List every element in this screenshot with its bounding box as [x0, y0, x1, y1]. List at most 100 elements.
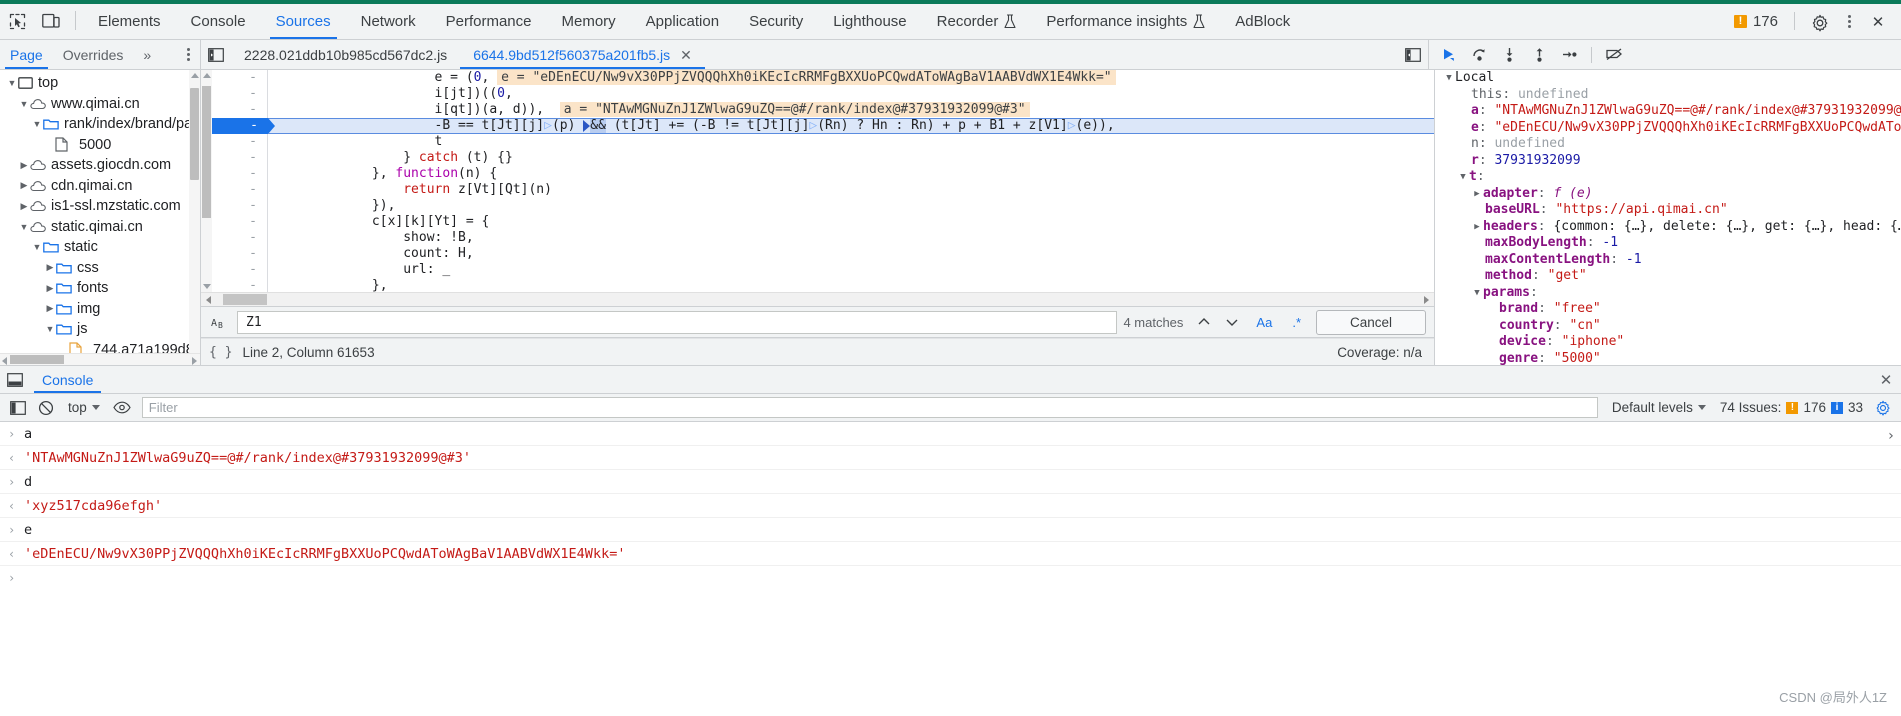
pretty-print-icon[interactable]: { } — [209, 345, 232, 360]
tab-sources[interactable]: Sources — [261, 0, 346, 39]
scope-entry[interactable]: method: "get" — [1435, 268, 1901, 285]
issues-summary[interactable]: 74 Issues: ! 176 i 33 — [1716, 400, 1867, 415]
scope-entry-expandable[interactable]: ▶ adapter: f (e) — [1435, 186, 1901, 203]
editor-horizontal-scrollbar[interactable] — [201, 292, 1434, 306]
navigator-horizontal-scrollbar[interactable] — [0, 353, 200, 365]
tab-lighthouse[interactable]: Lighthouse — [818, 0, 921, 39]
scope-entry[interactable]: e: "eDEnECU/Nw9vX30PPjZVQQQhXh0iKEcIcRRM… — [1435, 120, 1901, 137]
warning-count-badge[interactable]: ! 176 — [1726, 13, 1786, 30]
chevron-down-icon[interactable]: ▼ — [18, 99, 30, 109]
tree-item-rank-index-brand-pai[interactable]: ▼ rank/index/brand/pai — [0, 114, 200, 135]
scroll-right-arrow-icon[interactable] — [1424, 296, 1429, 304]
code-lines[interactable]: - e = (0, e = "eDEnECU/Nw9vX30PPjZVQQQhX… — [212, 70, 1434, 292]
scroll-left-arrow-icon[interactable] — [2, 357, 7, 365]
step-into-next-function-call-icon[interactable] — [1495, 43, 1523, 67]
close-drawer-icon[interactable]: ✕ — [1871, 366, 1901, 393]
navigator-vertical-scrollbar[interactable] — [189, 70, 200, 365]
chevron-right-icon[interactable]: ▶ — [18, 160, 30, 171]
console-prompt-row[interactable]: › — [0, 566, 1901, 589]
close-icon[interactable]: ✕ — [1861, 15, 1895, 30]
expand-sidebar-icon[interactable]: › — [1887, 428, 1895, 444]
editor-vertical-scrollbar[interactable] — [201, 70, 212, 292]
code-line[interactable]: - }), — [212, 198, 1434, 214]
tab-recorder[interactable]: Recorder — [922, 0, 1032, 39]
console-filter-input[interactable]: Filter — [141, 397, 1598, 418]
tree-item-fonts[interactable]: ▶ fonts — [0, 278, 200, 299]
regex-toggle[interactable]: .* — [1285, 315, 1308, 330]
chevron-right-icon[interactable]: ▶ — [18, 201, 30, 212]
gear-icon[interactable] — [1803, 14, 1837, 32]
console-output-row[interactable]: ‹ 'eDEnECU/Nw9vX30PPjZVQQQhXh0iKEcIcRRMF… — [0, 542, 1901, 566]
log-levels-selector[interactable]: Default levels — [1606, 400, 1712, 415]
resume-script-execution-icon[interactable] — [1435, 43, 1463, 67]
nav-tab-more[interactable]: » — [133, 40, 161, 69]
scope-entry[interactable]: a: "NTAwMGNuZnJ1ZWlwaG9uZQ==@#/rank/inde… — [1435, 103, 1901, 120]
tab-adblock[interactable]: AdBlock — [1220, 0, 1305, 39]
scrollbar-thumb[interactable] — [223, 294, 267, 305]
show-console-drawer-icon[interactable] — [0, 366, 30, 393]
deactivate-breakpoints-icon[interactable] — [1600, 43, 1628, 67]
chevron-down-icon[interactable]: ▼ — [1457, 169, 1469, 186]
scope-entry[interactable]: r: 37931932099 — [1435, 153, 1901, 170]
chevron-down-icon[interactable]: ▼ — [18, 222, 30, 232]
chevron-right-icon[interactable]: ▶ — [44, 262, 56, 273]
code-line[interactable]: - count: H, — [212, 246, 1434, 262]
console-output-row[interactable]: ‹ 'NTAwMGNuZnJ1ZWlwaG9uZQ==@#/rank/index… — [0, 446, 1901, 470]
show-navigator-icon[interactable] — [201, 40, 231, 69]
close-tab-icon[interactable]: ✕ — [680, 48, 692, 62]
chevron-down-icon[interactable]: ▼ — [44, 324, 56, 334]
clear-console-icon[interactable] — [34, 397, 58, 419]
console-output-row[interactable]: ‹ 'xyz517cda96efgh' — [0, 494, 1901, 518]
inspect-cursor-icon[interactable] — [0, 3, 34, 39]
step-over-next-function-call-icon[interactable] — [1465, 43, 1493, 67]
expand-arrow-icon[interactable]: ▷ — [1068, 118, 1076, 133]
split-pane-icon[interactable] — [1398, 40, 1428, 69]
scope-entry[interactable]: n: undefined — [1435, 136, 1901, 153]
scrollbar-thumb[interactable] — [190, 88, 199, 180]
tree-item-assets-giocdn-com[interactable]: ▶ assets.giocdn.com — [0, 155, 200, 176]
code-line[interactable]: - i[qt])(a, d)), a = "NTAwMGNuZnJ1ZWlwaG… — [212, 102, 1434, 118]
chevron-down-icon[interactable]: ▼ — [6, 78, 18, 88]
scroll-up-arrow-icon[interactable] — [203, 73, 211, 78]
step-icon[interactable] — [1555, 43, 1583, 67]
tree-item-js[interactable]: ▼ js — [0, 319, 200, 340]
find-previous-button[interactable] — [1193, 311, 1215, 333]
scope-entry[interactable]: genre: "5000" — [1435, 351, 1901, 366]
code-line[interactable]: - t — [212, 134, 1434, 150]
console-sidebar-icon[interactable] — [6, 397, 30, 419]
nav-tab-overrides[interactable]: Overrides — [53, 40, 134, 69]
tree-item-img[interactable]: ▶ img — [0, 299, 200, 320]
tree-item-top[interactable]: ▼ top — [0, 73, 200, 94]
tree-item-www-qimai-cn[interactable]: ▼ www.qimai.cn — [0, 94, 200, 115]
chevron-down-icon[interactable]: ▼ — [1471, 285, 1483, 302]
execution-context-selector[interactable]: top — [62, 400, 106, 415]
console-input-row[interactable]: › e — [0, 518, 1901, 542]
scope-entry-expandable[interactable]: ▼ t: — [1435, 169, 1901, 186]
find-next-button[interactable] — [1221, 311, 1243, 333]
scroll-right-arrow-icon[interactable] — [192, 357, 197, 365]
scope-entry[interactable]: brand: "free" — [1435, 301, 1901, 318]
cancel-button[interactable]: Cancel — [1316, 309, 1426, 335]
kebab-menu-icon[interactable] — [1837, 14, 1861, 29]
code-line[interactable]: - i[jt])((0, — [212, 86, 1434, 102]
tree-item-static[interactable]: ▼ static — [0, 237, 200, 258]
chevron-right-icon[interactable]: ▶ — [44, 283, 56, 294]
file-tab-active[interactable]: 6644.9bd512f560375a201fb5.js ✕ — [460, 40, 705, 69]
tree-item-cdn-qimai-cn[interactable]: ▶ cdn.qimai.cn — [0, 176, 200, 197]
code-line[interactable]: - url: _ — [212, 262, 1434, 278]
tab-console[interactable]: Console — [176, 0, 261, 39]
chevron-right-icon[interactable]: ▶ — [18, 180, 30, 191]
tab-application[interactable]: Application — [631, 0, 734, 39]
code-line[interactable]: - }, — [212, 278, 1434, 292]
chevron-right-icon[interactable]: ▶ — [1471, 219, 1483, 236]
console-messages[interactable]: › a ‹ 'NTAwMGNuZnJ1ZWlwaG9uZQ==@#/rank/i… — [0, 422, 1901, 716]
code-line[interactable]: - } catch (t) {} — [212, 150, 1434, 166]
match-case-toggle[interactable]: Aa — [1249, 315, 1279, 330]
scope-entry[interactable]: baseURL: "https://api.qimai.cn" — [1435, 202, 1901, 219]
tree-item-5000[interactable]: 5000 — [0, 135, 200, 156]
scope-entry[interactable]: maxBodyLength: -1 — [1435, 235, 1901, 252]
scrollbar-thumb[interactable] — [202, 86, 211, 218]
tree-item-is1-ssl-mzstatic-com[interactable]: ▶ is1-ssl.mzstatic.com — [0, 196, 200, 217]
tab-network[interactable]: Network — [346, 0, 431, 39]
chevron-right-icon[interactable]: ▶ — [44, 303, 56, 314]
